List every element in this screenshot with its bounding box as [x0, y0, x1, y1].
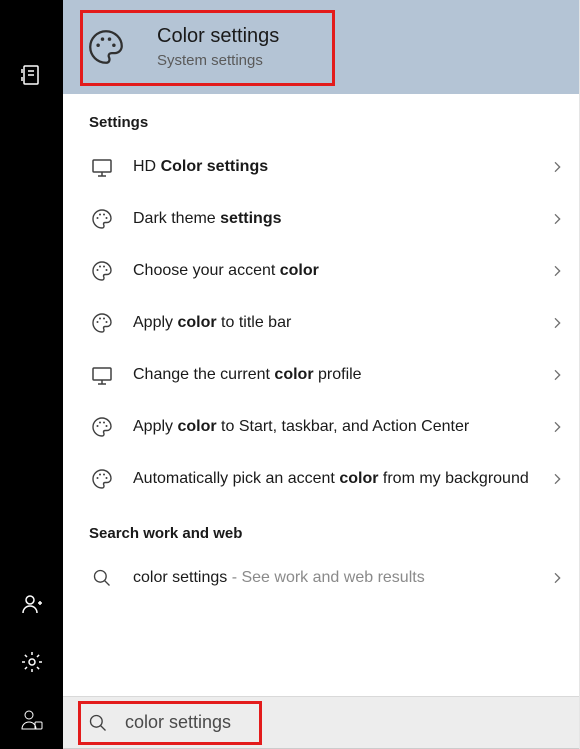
result-row[interactable]: Dark theme settings	[63, 193, 579, 245]
account-icon	[20, 708, 44, 732]
search-icon	[89, 565, 115, 591]
search-panel: Color settings System settings Settings …	[0, 0, 580, 749]
best-match[interactable]: Color settings System settings	[63, 0, 579, 94]
chevron-right-icon	[549, 419, 565, 435]
add-user-icon	[20, 592, 44, 616]
chevron-right-icon	[549, 159, 565, 175]
result-row[interactable]: Automatically pick an accent color from …	[63, 453, 579, 505]
chevron-right-icon	[549, 367, 565, 383]
result-row[interactable]: Apply color to title bar	[63, 297, 579, 349]
search-input-bar[interactable]: color settings	[63, 696, 579, 749]
best-match-text: Color settings System settings	[157, 25, 279, 69]
web-result-row[interactable]: color settings - See work and web result…	[63, 552, 579, 604]
result-row[interactable]: Choose your accent color	[63, 245, 579, 297]
chevron-right-icon	[549, 315, 565, 331]
palette-icon	[85, 26, 127, 68]
documents-icon	[20, 63, 44, 87]
monitor-icon	[90, 363, 114, 387]
search-icon	[87, 712, 109, 734]
chevron-right-icon	[549, 471, 565, 487]
best-match-title: Color settings	[157, 25, 279, 48]
result-row[interactable]: Apply color to Start, taskbar, and Actio…	[63, 401, 579, 453]
sidebar	[0, 0, 63, 749]
palette-icon	[90, 311, 114, 335]
main-column: Color settings System settings Settings …	[63, 0, 580, 749]
palette-icon	[90, 207, 114, 231]
gear-icon	[20, 650, 44, 674]
result-label: Change the current color profile	[133, 364, 549, 386]
result-row[interactable]: Change the current color profile	[63, 349, 579, 401]
web-result-label: color settings - See work and web result…	[133, 567, 549, 589]
palette-icon	[90, 415, 114, 439]
row-icon	[89, 362, 115, 388]
sidebar-settings[interactable]	[0, 633, 63, 691]
result-label: Dark theme settings	[133, 208, 549, 230]
monitor-icon	[90, 155, 114, 179]
chevron-right-icon	[549, 211, 565, 227]
web-result-text: color settings	[133, 569, 227, 586]
result-label: Automatically pick an accent color from …	[133, 468, 549, 490]
row-icon	[89, 310, 115, 336]
section-header-web: Search work and web	[63, 505, 579, 552]
sidebar-add-user[interactable]	[0, 575, 63, 633]
result-label: Apply color to title bar	[133, 312, 549, 334]
result-row[interactable]: HD Color settings	[63, 141, 579, 193]
chevron-right-icon	[549, 263, 565, 279]
row-icon	[89, 414, 115, 440]
sidebar-account[interactable]	[0, 691, 63, 749]
best-match-subtitle: System settings	[157, 52, 279, 69]
palette-icon	[90, 259, 114, 283]
palette-icon	[90, 467, 114, 491]
result-label: Choose your accent color	[133, 260, 549, 282]
search-input-text: color settings	[125, 712, 231, 733]
results-list: HD Color settings Dark theme settings Choo…	[63, 141, 579, 505]
row-icon	[89, 154, 115, 180]
section-header-settings: Settings	[63, 94, 579, 141]
row-icon	[89, 258, 115, 284]
row-icon	[89, 466, 115, 492]
row-icon	[89, 206, 115, 232]
sidebar-top-icon[interactable]	[0, 46, 63, 104]
web-result-hint: - See work and web results	[227, 569, 424, 586]
result-label: Apply color to Start, taskbar, and Actio…	[133, 416, 549, 438]
result-label: HD Color settings	[133, 156, 549, 178]
chevron-right-icon	[549, 570, 565, 586]
